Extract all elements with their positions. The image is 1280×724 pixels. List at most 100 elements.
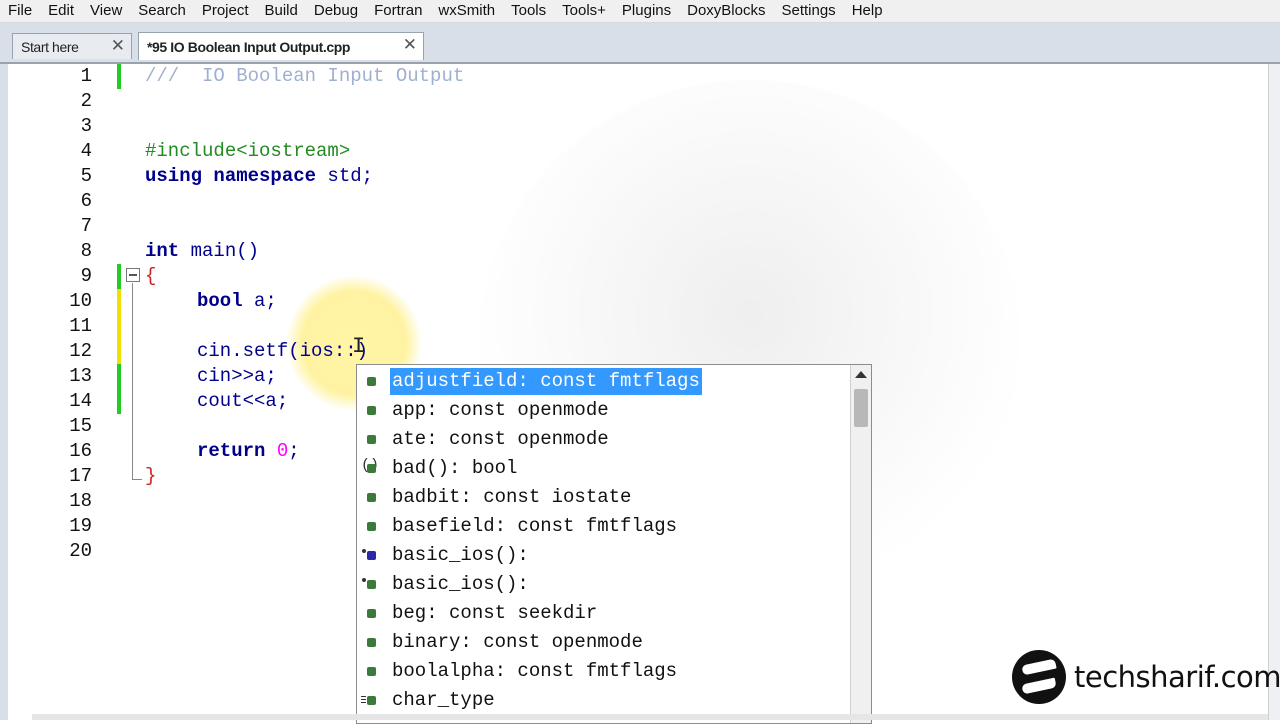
member-icon — [365, 404, 377, 416]
menu-help[interactable]: Help — [844, 0, 891, 22]
code-using: using namespace std; — [145, 164, 373, 189]
menu-edit[interactable]: Edit — [40, 0, 82, 22]
close-icon[interactable]: ✕ — [403, 36, 417, 54]
line-number: 13 — [69, 365, 92, 387]
autocomplete-item[interactable]: badbit: const iostate — [357, 483, 851, 512]
line-number: 6 — [80, 190, 92, 212]
code-cout: cout<<a; — [197, 390, 289, 412]
member-icon — [365, 433, 377, 445]
fold-collapse-icon[interactable] — [126, 268, 140, 282]
member-icon — [365, 607, 377, 619]
brand-text: techsharif.com — [1074, 660, 1280, 694]
change-marker-saved — [117, 64, 121, 89]
menu-settings[interactable]: Settings — [773, 0, 843, 22]
line-number: 15 — [69, 415, 92, 437]
keyword: bool — [197, 290, 243, 312]
menu-project[interactable]: Project — [194, 0, 257, 22]
tab-strip: Start here ✕ *95 IO Boolean Input Output… — [0, 23, 1280, 63]
code-comment: /// IO Boolean Input Output — [145, 65, 465, 87]
autocomplete-item-label: boolalpha: const fmtflags — [392, 660, 678, 682]
autocomplete-item[interactable]: basefield: const fmtflags — [357, 512, 851, 541]
line-number: 19 — [69, 515, 92, 537]
autocomplete-item-label: badbit: const iostate — [392, 486, 632, 508]
keyword: return — [197, 440, 266, 462]
menu-tools[interactable]: Tools — [503, 0, 554, 22]
autocomplete-item[interactable]: beg: const seekdir — [357, 599, 851, 628]
code-setf-call: cin.setf(ios::) — [197, 340, 369, 362]
autocomplete-scrollbar[interactable] — [850, 365, 871, 723]
menu-file[interactable]: File — [0, 0, 40, 22]
tab-start-here[interactable]: Start here ✕ — [12, 33, 132, 59]
menu-doxyblocks[interactable]: DoxyBlocks — [679, 0, 773, 22]
tab-label: *95 IO Boolean Input Output.cpp — [147, 38, 351, 55]
member-icon — [365, 520, 377, 532]
change-marker-saved — [117, 364, 121, 414]
autocomplete-item[interactable]: app: const openmode — [357, 396, 851, 425]
line-number: 20 — [69, 540, 92, 562]
text-cursor-icon: I — [352, 334, 366, 359]
keyword: using namespace — [145, 165, 317, 187]
autocomplete-item-label: basic_ios(): — [392, 544, 529, 566]
function-icon: () — [361, 457, 379, 474]
code-return: return 0; — [197, 440, 300, 462]
autocomplete-item[interactable]: adjustfield: const fmtflags — [357, 367, 851, 396]
constructor-icon — [362, 578, 377, 590]
line-number: 4 — [80, 140, 92, 162]
autocomplete-item-label: binary: const openmode — [392, 631, 643, 653]
member-icon — [365, 636, 377, 648]
editor-right-scrollbar[interactable] — [1268, 64, 1280, 720]
menu-wxsmith[interactable]: wxSmith — [430, 0, 503, 22]
line-number: 5 — [80, 165, 92, 187]
close-icon[interactable]: ✕ — [111, 37, 125, 55]
line-number: 2 — [80, 90, 92, 112]
menu-debug[interactable]: Debug — [306, 0, 366, 22]
brand-watermark: techsharif.com — [1012, 650, 1280, 704]
scroll-up-icon[interactable] — [855, 371, 867, 378]
keyword: int — [145, 240, 180, 262]
line-number: 1 — [80, 65, 92, 87]
line-number: 10 — [69, 290, 92, 312]
autocomplete-popup[interactable]: adjustfield: const fmtflags app: const o… — [356, 364, 872, 724]
menu-fortran[interactable]: Fortran — [366, 0, 430, 22]
code-cin: cin>>a; — [197, 365, 277, 387]
autocomplete-item[interactable]: boolalpha: const fmtflags — [357, 657, 851, 686]
autocomplete-item[interactable]: basic_ios(): — [357, 570, 851, 599]
code-text: main() — [179, 240, 260, 262]
menu-plugins[interactable]: Plugins — [614, 0, 679, 22]
autocomplete-item-label: basic_ios(): — [392, 573, 529, 595]
line-number: 14 — [69, 390, 92, 412]
autocomplete-item[interactable]: char_type — [357, 686, 851, 715]
scrollbar-thumb[interactable] — [854, 389, 868, 427]
menu-view[interactable]: View — [82, 0, 130, 22]
menu-search[interactable]: Search — [130, 0, 194, 22]
line-number: 3 — [80, 115, 92, 137]
line-number: 17 — [69, 465, 92, 487]
autocomplete-item[interactable]: binary: const openmode — [357, 628, 851, 657]
line-number: 12 — [69, 340, 92, 362]
menu-build[interactable]: Build — [257, 0, 306, 22]
code-text: std; — [316, 165, 374, 187]
line-number: 7 — [80, 215, 92, 237]
number-literal: 0 — [276, 440, 289, 462]
line-number: 9 — [80, 265, 92, 287]
fold-guide-end — [132, 479, 142, 480]
code-open-brace: { — [145, 265, 157, 287]
autocomplete-item-label: adjustfield: const fmtflags — [390, 368, 702, 395]
tab-label: Start here — [21, 38, 79, 55]
tab-current-file[interactable]: *95 IO Boolean Input Output.cpp ✕ — [138, 32, 424, 60]
horizontal-scrollbar[interactable] — [32, 714, 1268, 720]
menu-tools-plus[interactable]: Tools+ — [554, 0, 614, 22]
code-include: #include<iostream> — [145, 140, 351, 162]
code-close-brace: } — [145, 465, 157, 487]
autocomplete-item-label: app: const openmode — [392, 399, 609, 421]
member-icon — [365, 375, 377, 387]
code-main: int main() — [145, 239, 259, 264]
autocomplete-item[interactable]: ate: const openmode — [357, 425, 851, 454]
line-number: 16 — [69, 440, 92, 462]
autocomplete-item-label: char_type — [392, 689, 495, 711]
autocomplete-item[interactable]: () bad(): bool — [357, 454, 851, 483]
constructor-icon — [362, 549, 377, 561]
autocomplete-item[interactable]: basic_ios(): — [357, 541, 851, 570]
code-text: a; — [242, 290, 277, 312]
fold-guide — [132, 283, 133, 479]
